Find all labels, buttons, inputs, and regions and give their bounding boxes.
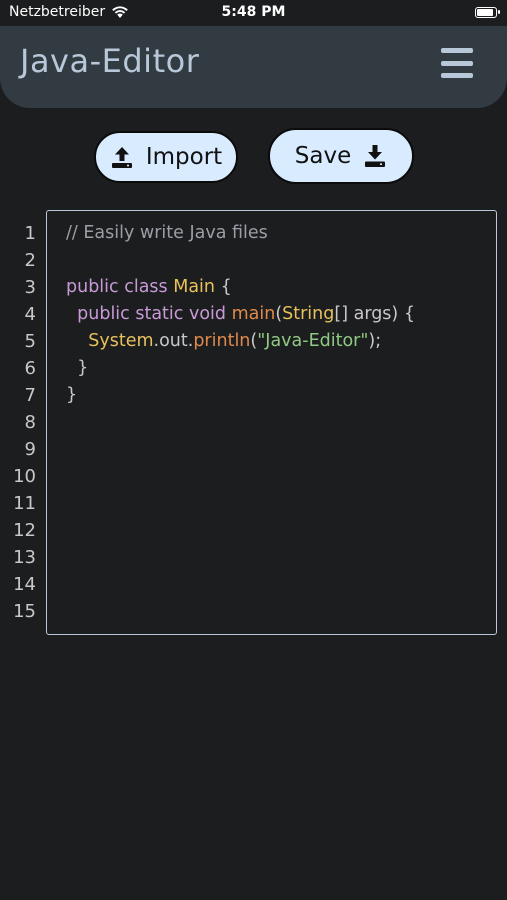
code-line: System.out.println("Java-Editor"); bbox=[66, 328, 491, 355]
code-token-method: main bbox=[231, 304, 276, 324]
line-number: 12 bbox=[13, 520, 36, 541]
code-token-plain: ); bbox=[368, 331, 382, 351]
import-label: Import bbox=[145, 144, 223, 170]
code-line: } bbox=[66, 382, 491, 409]
line-number-gutter: 1 2 3 4 5 6 7 8 9 10 11 12 13 14 15 bbox=[0, 220, 36, 625]
code-token-type: System bbox=[88, 331, 154, 351]
line-number: 15 bbox=[13, 601, 36, 622]
line-number: 11 bbox=[13, 493, 36, 514]
code-token-comment: // Easily write Java files bbox=[66, 223, 268, 243]
status-bar: Netzbetreiber 5:48 PM bbox=[0, 0, 507, 26]
line-number: 9 bbox=[24, 439, 36, 460]
line-number: 6 bbox=[24, 358, 36, 379]
line-number: 1 bbox=[24, 223, 36, 244]
battery-level bbox=[477, 9, 494, 16]
upload-icon bbox=[111, 147, 132, 168]
code-token-keyword: public static void bbox=[77, 304, 232, 324]
line-number: 8 bbox=[24, 412, 36, 433]
code-token-string: "Java-Editor" bbox=[257, 331, 369, 351]
code-token-plain: } bbox=[66, 385, 78, 405]
save-label: Save bbox=[294, 143, 352, 169]
code-token-method: println bbox=[193, 331, 251, 351]
hamburger-menu-icon[interactable] bbox=[441, 48, 473, 78]
app-header: Java-Editor bbox=[0, 26, 507, 108]
code-token-type: String bbox=[282, 304, 335, 324]
code-line: // Easily write Java files bbox=[66, 220, 491, 247]
code-token-keyword: public class bbox=[66, 277, 174, 297]
line-number: 4 bbox=[24, 304, 36, 325]
import-button[interactable]: Import bbox=[94, 131, 238, 183]
line-number: 2 bbox=[24, 250, 36, 271]
line-number: 3 bbox=[24, 277, 36, 298]
save-button[interactable]: Save bbox=[268, 128, 414, 184]
line-number: 7 bbox=[24, 385, 36, 406]
code-token-plain: { bbox=[215, 277, 232, 297]
menu-bar-bottom bbox=[441, 73, 473, 78]
status-time: 5:48 PM bbox=[221, 4, 286, 20]
code-line: public class Main { bbox=[66, 274, 491, 301]
line-number: 10 bbox=[13, 466, 36, 487]
code-line: public static void main(String[] args) { bbox=[66, 301, 491, 328]
menu-bar-top bbox=[441, 48, 473, 53]
menu-bar-middle bbox=[441, 60, 473, 66]
line-number: 14 bbox=[13, 574, 36, 595]
code-token-plain: .out. bbox=[153, 331, 194, 351]
line-number: 13 bbox=[13, 547, 36, 568]
code-token-plain: } bbox=[66, 358, 89, 378]
battery-icon bbox=[475, 7, 500, 18]
code-line: } bbox=[66, 355, 491, 382]
line-number: 5 bbox=[24, 331, 36, 352]
code-token-plain: [] args) { bbox=[334, 304, 415, 324]
code-token-type: Main bbox=[173, 277, 216, 297]
code-area[interactable]: // Easily write Java files public class M… bbox=[66, 220, 491, 409]
download-icon bbox=[365, 145, 386, 167]
app-title: Java-Editor bbox=[20, 42, 200, 80]
